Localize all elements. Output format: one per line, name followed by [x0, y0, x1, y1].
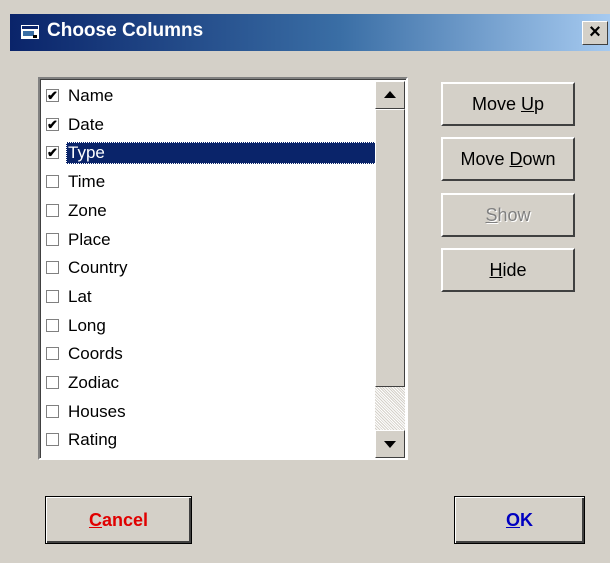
move-down-label-post: own [522, 149, 556, 169]
hide-label-post: ide [502, 260, 527, 280]
list-item[interactable]: Zone [46, 199, 376, 224]
cancel-button[interactable]: Cancel [45, 496, 192, 544]
checkbox-unchecked[interactable] [46, 289, 59, 303]
scroll-thumb[interactable] [375, 109, 405, 387]
choose-columns-dialog: Choose Columns × ✔ Name ✔ Date ✔ Type Time Zone… [0, 0, 610, 563]
move-up-button[interactable]: Move Up [441, 82, 575, 126]
list-item[interactable]: Country [46, 256, 376, 281]
list-item-label: Time [68, 172, 106, 192]
list-item-label: Date [68, 114, 104, 134]
checkbox-unchecked[interactable] [46, 175, 59, 189]
hide-accel: H [489, 260, 503, 280]
dialog-title: Choose Columns [47, 20, 204, 41]
checkbox-checked[interactable]: ✔ [46, 146, 59, 160]
app-icon [21, 25, 39, 39]
ok-label-post: K [520, 510, 533, 530]
checkbox-unchecked[interactable] [46, 261, 59, 275]
list-item-label: Houses [68, 401, 126, 421]
close-button[interactable]: × [582, 21, 608, 45]
list-item-label: Rating [68, 430, 118, 450]
checkbox-unchecked[interactable] [46, 203, 59, 217]
vertical-scrollbar[interactable] [375, 81, 405, 458]
ok-accel: O [505, 510, 520, 530]
checkbox-checked[interactable]: ✔ [46, 89, 59, 102]
list-item-label: Zodiac [68, 373, 120, 392]
title-bar: Choose Columns × [10, 14, 610, 51]
list-item[interactable]: ✔ Date [46, 113, 376, 138]
cancel-accel: C [88, 510, 102, 530]
show-accel: S [485, 205, 498, 225]
list-item[interactable]: ✔ Name [46, 84, 376, 109]
list-item-label: Country [68, 258, 128, 278]
checkbox-unchecked[interactable] [46, 232, 59, 246]
list-item[interactable]: Coords [46, 342, 376, 367]
move-up-accel: U [521, 94, 534, 114]
listbox-content: ✔ Name ✔ Date ✔ Type Time Zone Place Country Lat Lo… [40, 79, 406, 458]
list-item-label: Zone [68, 200, 107, 220]
arrow-down-icon [384, 441, 396, 448]
cancel-label-post: ancel [101, 510, 149, 530]
list-item[interactable]: Place [46, 228, 376, 253]
list-item-label: Lat [68, 286, 92, 306]
list-item-label: Coords [68, 344, 123, 364]
list-item-label: Type [66, 142, 377, 165]
show-button[interactable]: Show [441, 193, 575, 237]
list-item[interactable]: Zodiac [46, 371, 376, 396]
move-up-label-post: p [534, 94, 545, 114]
list-item-label: Name [68, 86, 114, 105]
list-item-label: Place [68, 229, 111, 249]
show-label-post: how [497, 205, 531, 225]
close-icon: × [589, 21, 601, 43]
move-up-label-pre: Move [471, 94, 521, 114]
checkbox-unchecked[interactable] [46, 347, 59, 361]
scroll-up-button[interactable] [375, 81, 405, 109]
list-item[interactable]: Rating [46, 428, 376, 453]
scroll-down-button[interactable] [375, 430, 405, 458]
list-item[interactable]: ✔ Type [46, 141, 377, 166]
checkbox-unchecked[interactable] [46, 376, 59, 389]
list-item[interactable]: Long [46, 314, 376, 339]
columns-listbox[interactable]: ✔ Name ✔ Date ✔ Type Time Zone Place Country Lat Lo… [38, 77, 408, 460]
list-item[interactable]: Time [46, 170, 376, 195]
checkbox-unchecked[interactable] [46, 318, 59, 332]
list-item[interactable]: Lat [46, 285, 376, 310]
list-item-label: Long [68, 315, 106, 335]
checkbox-checked[interactable]: ✔ [46, 117, 59, 131]
hide-button[interactable]: Hide [441, 248, 575, 292]
scroll-track[interactable] [375, 387, 405, 430]
ok-button[interactable]: OK [454, 496, 585, 544]
list-item[interactable]: Houses [46, 400, 376, 425]
move-down-button[interactable]: Move Down [441, 137, 575, 181]
move-down-accel: D [509, 149, 523, 169]
arrow-up-icon [384, 91, 396, 98]
checkbox-unchecked[interactable] [46, 433, 59, 447]
checkbox-unchecked[interactable] [46, 404, 59, 418]
move-down-label-pre: Move [460, 149, 510, 169]
